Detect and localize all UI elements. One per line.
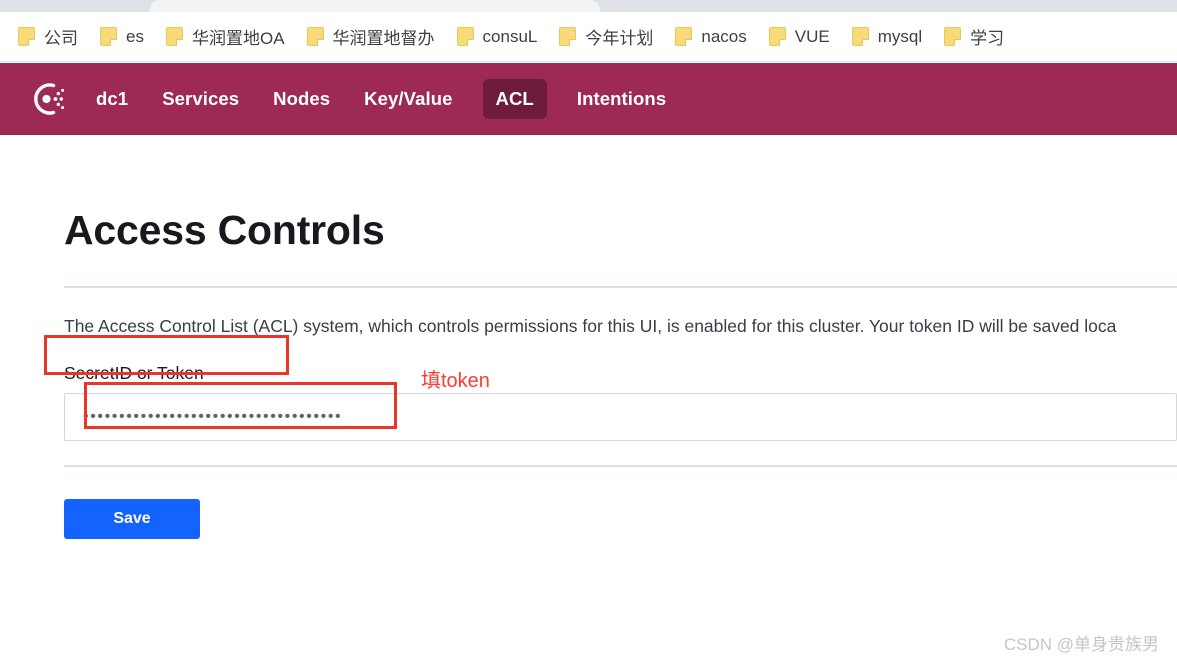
nav-item-key-value[interactable]: Key/Value (360, 79, 456, 119)
bookmark-item[interactable]: 公司 (18, 24, 78, 49)
folder-icon (100, 27, 117, 46)
bookmark-item[interactable]: 今年计划 (559, 24, 653, 49)
folder-icon (769, 27, 786, 46)
bookmark-item[interactable]: es (100, 27, 144, 47)
annotation-note: 填token (421, 364, 490, 393)
bookmark-label: VUE (795, 27, 830, 47)
secret-id-token-input[interactable] (64, 393, 1177, 441)
nav-item-services[interactable]: Services (158, 79, 243, 119)
acl-description: The Access Control List (ACL) system, wh… (64, 316, 1177, 337)
bookmark-label: 华润置地OA (192, 24, 285, 49)
title-divider (64, 286, 1177, 288)
bookmark-label: 学习 (970, 24, 1004, 49)
token-form: SecretID or Token Save (64, 363, 1177, 539)
form-divider (64, 465, 1177, 467)
watermark: CSDN @单身贵族男 (1004, 630, 1159, 655)
bookmark-label: es (126, 27, 144, 47)
page-title: Access Controls (64, 135, 1177, 254)
consul-logo-icon[interactable] (26, 78, 68, 120)
bookmark-label: mysql (878, 27, 922, 47)
browser-tab-strip (0, 0, 1177, 12)
consul-navbar: dc1 Services Nodes Key/Value ACL Intentions (0, 63, 1177, 135)
folder-icon (166, 27, 183, 46)
nav-item-nodes[interactable]: Nodes (269, 79, 334, 119)
folder-icon (307, 27, 324, 46)
bookmark-label: 华润置地督办 (333, 24, 435, 49)
folder-icon (944, 27, 961, 46)
folder-icon (457, 27, 474, 46)
bookmark-item[interactable]: mysql (852, 27, 922, 47)
browser-tab-strip-right (847, 0, 1177, 12)
bookmark-item[interactable]: 学习 (944, 24, 1004, 49)
nav-item-acl[interactable]: ACL (483, 79, 547, 119)
bookmark-label: 公司 (44, 24, 78, 49)
bookmark-item[interactable]: 华润置地督办 (307, 24, 435, 49)
bookmark-label: nacos (701, 27, 746, 47)
folder-icon (675, 27, 692, 46)
save-button[interactable]: Save (64, 499, 200, 539)
folder-icon (852, 27, 869, 46)
nav-item-dc1[interactable]: dc1 (92, 79, 132, 119)
bookmark-item[interactable]: nacos (675, 27, 746, 47)
folder-icon (559, 27, 576, 46)
bookmark-label: 今年计划 (585, 24, 653, 49)
bookmark-item[interactable]: consuL (457, 27, 538, 47)
page-content: Access Controls The Access Control List … (0, 135, 1177, 667)
nav-item-intentions[interactable]: Intentions (573, 79, 670, 119)
folder-icon (18, 27, 35, 46)
bookmark-item[interactable]: 华润置地OA (166, 24, 285, 49)
browser-active-tab[interactable] (150, 0, 600, 12)
token-field-label: SecretID or Token (64, 363, 204, 384)
bookmarks-bar: 公司 es 华润置地OA 华润置地督办 consuL 今年计划 nacos VUE mysql 学… (0, 12, 1177, 62)
bookmark-label: consuL (483, 27, 538, 47)
bookmark-item[interactable]: VUE (769, 27, 830, 47)
